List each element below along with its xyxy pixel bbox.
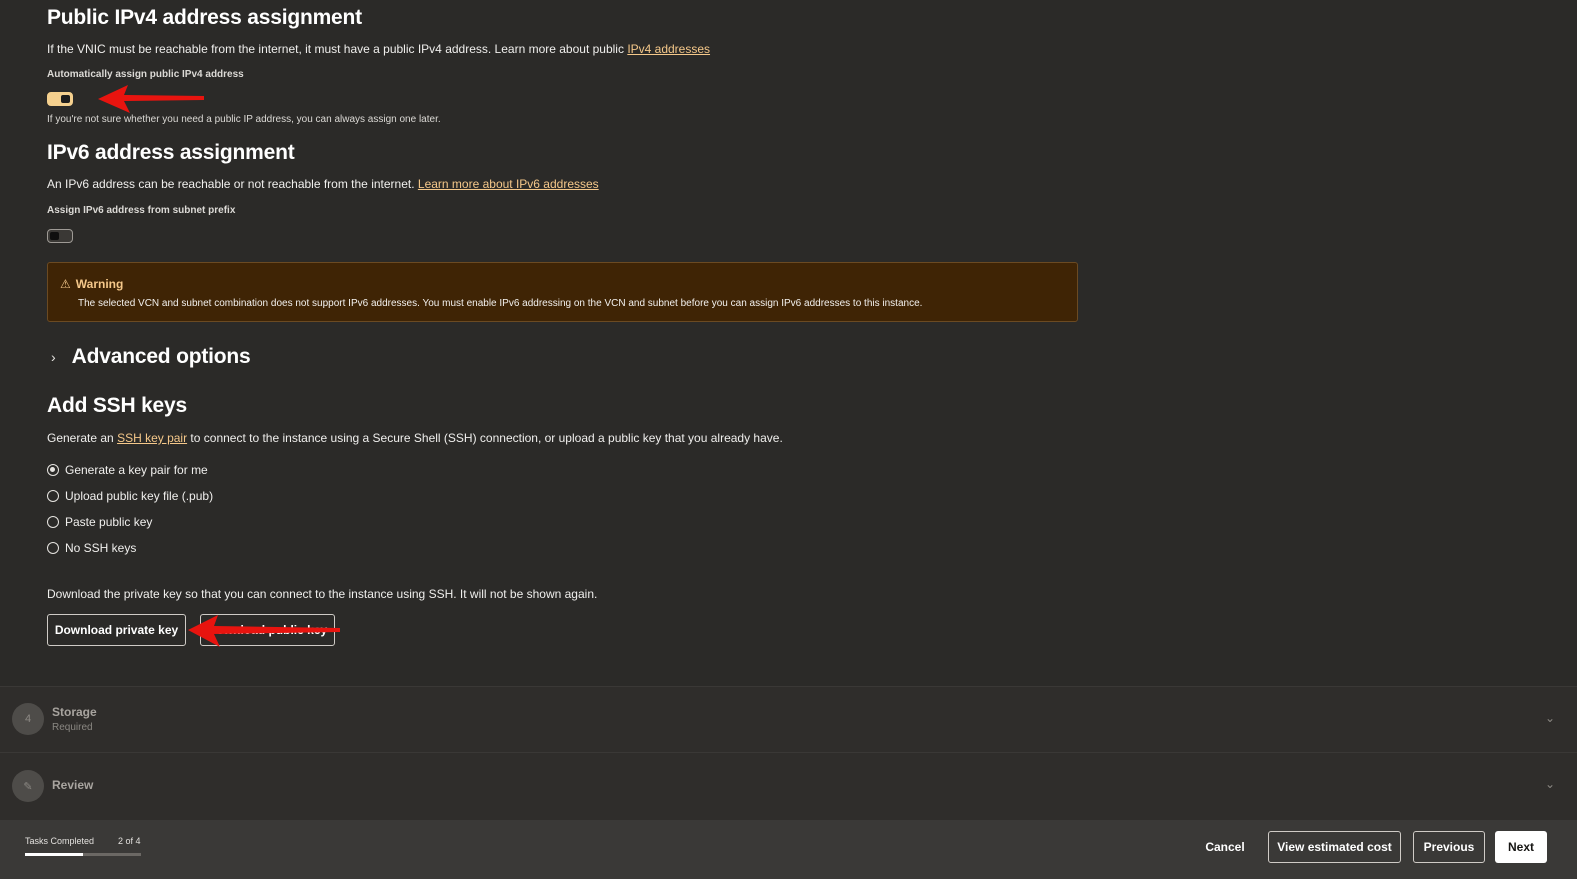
ipv4-addresses-link[interactable]: IPv4 addresses <box>627 42 710 56</box>
warning-icon: ⚠ <box>60 277 71 291</box>
radio-label: Upload public key file (.pub) <box>65 489 214 503</box>
cancel-button[interactable]: Cancel <box>1199 831 1251 863</box>
ipv6-description: An IPv6 address can be reachable or not … <box>47 177 599 191</box>
edit-icon: ✎ <box>12 770 44 802</box>
progress-fill <box>25 853 83 856</box>
assign-ipv6-toggle[interactable] <box>47 229 73 243</box>
radio-button[interactable] <box>47 490 59 502</box>
download-private-key-button[interactable]: Download private key <box>47 614 186 646</box>
ipv6-learn-more-link[interactable]: Learn more about IPv6 addresses <box>418 177 599 191</box>
warning-title-text: Warning <box>75 277 124 291</box>
advanced-options-toggle[interactable]: › Advanced options <box>47 345 251 369</box>
tasks-completed-count: 2 of 4 <box>118 836 141 846</box>
ssh-key-pair-link[interactable]: SSH key pair <box>117 431 187 445</box>
ssh-heading: Add SSH keys <box>47 394 187 417</box>
wizard-footer: Tasks Completed 2 of 4 Cancel View estim… <box>0 820 1577 879</box>
radio-button[interactable] <box>47 516 59 528</box>
toggle-knob <box>61 95 70 103</box>
radio-paste-public-key[interactable]: Paste public key <box>47 515 152 529</box>
chevron-down-icon[interactable]: ⌄ <box>1545 777 1555 791</box>
ssh-desc-before: Generate an <box>47 431 118 445</box>
annotation-arrow-icon <box>98 85 204 113</box>
step-number: 4 <box>12 703 44 735</box>
radio-upload-public-key[interactable]: Upload public key file (.pub) <box>47 489 213 503</box>
advanced-options-label: Advanced options <box>71 345 251 368</box>
ipv6-description-text: An IPv6 address can be reachable or not … <box>47 177 418 191</box>
radio-label: Paste public key <box>65 515 153 529</box>
radio-no-ssh-keys[interactable]: No SSH keys <box>47 541 136 555</box>
step-title: Review <box>52 778 94 792</box>
radio-label: Generate a key pair for me <box>65 463 208 477</box>
chevron-down-icon[interactable]: ⌄ <box>1545 711 1555 725</box>
auto-assign-ipv4-toggle[interactable] <box>47 92 73 106</box>
step-title: Storage <box>52 705 97 719</box>
ipv6-warning-banner: ⚠ Warning The selected VCN and subnet com… <box>47 262 1078 322</box>
ipv6-toggle-label: Assign IPv6 address from subnet prefix <box>47 205 236 216</box>
view-estimated-cost-button[interactable]: View estimated cost <box>1268 831 1401 863</box>
download-note: Download the private key so that you can… <box>47 587 598 601</box>
chevron-right-icon: › <box>51 349 56 365</box>
ipv4-description-text: If the VNIC must be reachable from the i… <box>47 42 628 56</box>
annotation-arrow-icon <box>188 615 340 647</box>
radio-button[interactable] <box>47 542 59 554</box>
next-button[interactable]: Next <box>1495 831 1547 863</box>
tasks-progress-bar <box>25 853 141 856</box>
radio-generate-key-pair[interactable]: Generate a key pair for me <box>47 463 208 477</box>
ssh-description: Generate an SSH key pair to connect to t… <box>47 431 783 445</box>
ipv4-description: If the VNIC must be reachable from the i… <box>47 42 710 56</box>
ipv6-heading: IPv6 address assignment <box>47 141 295 164</box>
toggle-knob <box>50 232 59 240</box>
radio-label: No SSH keys <box>65 541 137 555</box>
radio-button[interactable] <box>47 464 59 476</box>
step-subtitle: Required <box>52 722 93 733</box>
ipv4-heading: Public IPv4 address assignment <box>47 6 362 29</box>
tasks-completed-label: Tasks Completed <box>25 836 95 846</box>
step-review[interactable]: ✎ Review ⌄ <box>0 752 1577 820</box>
ipv4-toggle-label: Automatically assign public IPv4 address <box>47 69 244 80</box>
previous-button[interactable]: Previous <box>1413 831 1485 863</box>
warning-text: The selected VCN and subnet combination … <box>78 298 923 309</box>
step-storage[interactable]: 4 Storage Required ⌄ <box>0 686 1577 752</box>
warning-title: ⚠ Warning <box>60 277 123 291</box>
ssh-desc-after: to connect to the instance using a Secur… <box>187 431 783 445</box>
